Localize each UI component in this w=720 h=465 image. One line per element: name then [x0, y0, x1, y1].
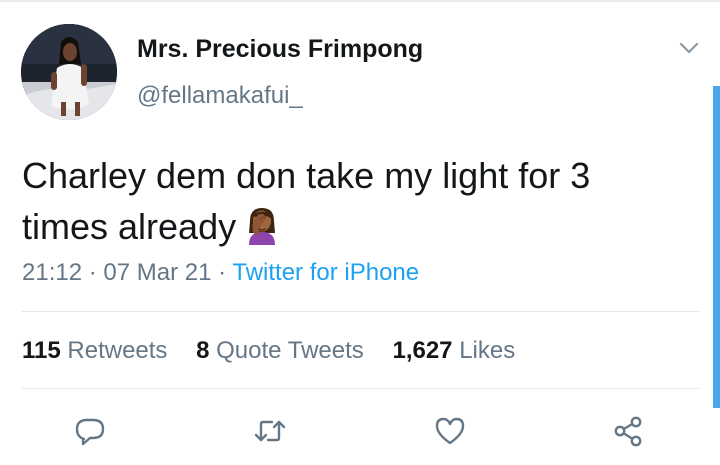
reply-icon: [75, 418, 105, 446]
author-name[interactable]: Mrs. Precious Frimpong: [137, 35, 423, 64]
retweets-label: Retweets: [67, 337, 168, 364]
quote-tweets-label: Quote Tweets: [216, 337, 364, 364]
meta-separator: ·: [218, 259, 227, 286]
divider: [22, 388, 699, 389]
retweet-icon: [254, 420, 286, 442]
meta-separator: ·: [88, 259, 97, 286]
heart-icon: [435, 417, 465, 445]
tweet-text: Charley dem don take my light for 3 time…: [22, 150, 682, 252]
likes-label: Likes: [459, 337, 516, 364]
retweets-stat[interactable]: 115 Retweets: [22, 337, 167, 364]
woman-facepalming-icon: [244, 205, 280, 245]
scrollbar[interactable]: [713, 86, 720, 408]
tweet-meta: 21:12 · 07 Mar 21 · Twitter for iPhone: [22, 259, 419, 287]
tweet-body: Charley dem don take my light for 3 time…: [22, 155, 591, 247]
quote-tweets-count: 8: [196, 337, 210, 364]
author-handle[interactable]: @fellamakafui_: [137, 82, 303, 110]
share-icon: [614, 416, 642, 447]
retweet-button[interactable]: [253, 414, 287, 448]
share-button[interactable]: [611, 414, 645, 448]
top-divider: [0, 0, 720, 2]
chevron-down-icon[interactable]: [679, 41, 699, 55]
like-button[interactable]: [433, 414, 467, 448]
engagement-stats: 115 Retweets 8 Quote Tweets 1,627 Likes: [22, 337, 537, 365]
retweets-count: 115: [22, 337, 61, 364]
tweet-source-link[interactable]: Twitter for iPhone: [232, 259, 419, 286]
likes-stat[interactable]: 1,627 Likes: [392, 337, 515, 364]
tweet-date[interactable]: 07 Mar 21: [103, 259, 211, 286]
likes-count: 1,627: [392, 337, 453, 364]
quote-tweets-stat[interactable]: 8 Quote Tweets: [196, 337, 364, 364]
reply-button[interactable]: [73, 414, 107, 448]
tweet-time[interactable]: 21:12: [22, 259, 82, 286]
divider: [22, 311, 699, 312]
avatar[interactable]: [21, 24, 117, 120]
